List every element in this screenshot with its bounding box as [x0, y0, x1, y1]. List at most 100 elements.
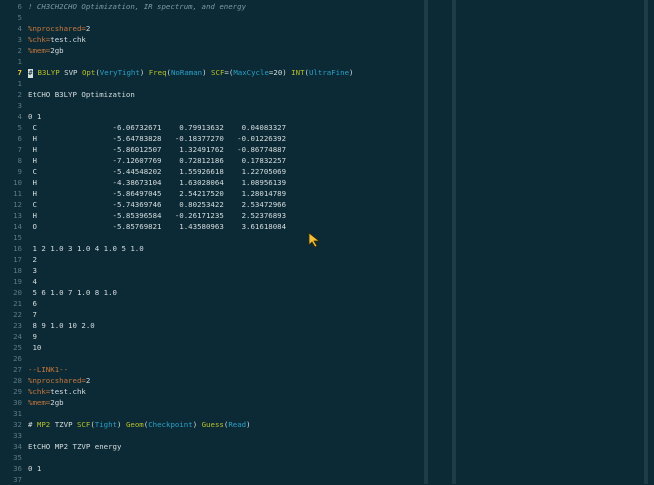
code-line[interactable]: 19 4 — [0, 276, 420, 287]
code-line[interactable]: 36 0 1 — [0, 463, 420, 474]
code-line[interactable]: 37 — [0, 474, 420, 485]
token-dir: %chk= — [28, 35, 51, 44]
code-line[interactable]: 33 — [0, 430, 420, 441]
line-text: %nprocshared=2 — [28, 23, 90, 34]
line-number: 4 — [17, 112, 22, 121]
line-number: 15 — [13, 233, 22, 242]
token-plain: EtCHO MP2 TZVP energy — [28, 442, 122, 451]
code-line[interactable]: 24 9 — [0, 331, 420, 342]
code-line[interactable]: 12 C -5.74369746 0.80253422 2.53472966 — [0, 199, 420, 210]
token-plain: 2 — [28, 255, 37, 264]
line-text: C -6.06732671 0.79913632 0.04083327 — [28, 122, 286, 133]
token-kw: Geom — [125, 420, 144, 429]
code-line[interactable]: 15 — [0, 232, 420, 243]
line-number: 1 — [17, 79, 22, 88]
line-number: 5 — [17, 123, 22, 132]
token-kw: INT — [291, 68, 305, 77]
line-number: 13 — [13, 211, 22, 220]
line-number: 17 — [13, 255, 22, 264]
code-line[interactable]: 27 --LINK1-- — [0, 364, 420, 375]
code-line[interactable]: 6 H -5.64783828 -0.18377270 -0.01226392 — [0, 133, 420, 144]
code-line[interactable]: 6 ! CH3CH2CHO Optimization, IR spectrum, … — [0, 1, 420, 12]
line-number: 3 — [17, 35, 22, 44]
line-number: 19 — [13, 277, 22, 286]
code-line[interactable]: 30 %mem=2gb — [0, 397, 420, 408]
line-number: 21 — [13, 299, 22, 308]
code-line[interactable]: 3 — [0, 100, 420, 111]
line-text: 10 — [28, 342, 41, 353]
code-line[interactable]: 22 7 — [0, 309, 420, 320]
token-plain: # — [28, 420, 37, 429]
code-line[interactable]: 28 %nprocshared=2 — [0, 375, 420, 386]
token-plain: 5 6 1.0 7 1.0 8 1.0 — [28, 288, 117, 297]
code-line[interactable]: 2 %mem=2gb — [0, 45, 420, 56]
token-dir: --LINK1-- — [28, 365, 69, 374]
code-line[interactable]: 13 H -5.85396584 -0.26171235 2.52376893 — [0, 210, 420, 221]
line-text: 8 9 1.0 10 2.0 — [28, 320, 94, 331]
token-plain: C -5.74369746 0.80253422 2.53472966 — [28, 200, 287, 209]
token-arg: Read — [228, 420, 247, 429]
line-text: 9 — [28, 331, 36, 342]
line-text: 3 — [28, 265, 36, 276]
code-line[interactable]: 35 — [0, 452, 420, 463]
code-line[interactable]: 31 — [0, 408, 420, 419]
line-text: H -5.85396584 -0.26171235 2.52376893 — [28, 210, 286, 221]
line-number: 31 — [13, 409, 22, 418]
token-kw: Freq — [148, 68, 167, 77]
code-line[interactable]: 34 EtCHO MP2 TZVP energy — [0, 441, 420, 452]
line-number: 3 — [17, 101, 22, 110]
line-text: H -5.86012507 1.32491762 -0.86774887 — [28, 144, 286, 155]
code-line[interactable]: 1 — [0, 56, 420, 67]
token-plain: H -5.64783828 -0.18377270 -0.01226392 — [28, 134, 287, 143]
line-number: 16 — [13, 244, 22, 253]
line-number: 27 — [13, 365, 22, 374]
code-line[interactable]: 2 EtCHO B3LYP Optimization — [0, 89, 420, 100]
code-line[interactable]: 17 2 — [0, 254, 420, 265]
token-dir: %mem= — [28, 398, 51, 407]
code-line[interactable]: 4 0 1 — [0, 111, 420, 122]
token-plain: C -5.44548202 1.55926618 1.22705069 — [28, 167, 287, 176]
code-line[interactable]: 5 — [0, 12, 420, 23]
line-number: 30 — [13, 398, 22, 407]
line-number: 35 — [13, 453, 22, 462]
code-line[interactable]: 16 1 2 1.0 3 1.0 4 1.0 5 1.0 — [0, 243, 420, 254]
token-plain: ) — [192, 420, 202, 429]
code-line[interactable]: 26 — [0, 353, 420, 364]
line-text: 2 — [28, 254, 37, 265]
line-number: 25 — [13, 343, 22, 352]
line-number: 6 — [17, 134, 22, 143]
code-line[interactable]: 21 6 — [0, 298, 420, 309]
line-text: %chk=test.chk — [28, 34, 86, 45]
code-line[interactable]: 11 H -5.86497045 2.54217520 1.28014789 — [0, 188, 420, 199]
text-editor[interactable]: 6 ! CH3CH2CHO Optimization, IR spectrum, … — [0, 0, 654, 484]
code-line[interactable]: 8 H -7.12607769 0.72812186 0.17832257 — [0, 155, 420, 166]
token-kw: MP2 — [36, 420, 51, 429]
token-arg: UltraFine — [308, 68, 350, 77]
code-line[interactable]: 29 %chk=test.chk — [0, 386, 420, 397]
code-line[interactable]: 1 — [0, 78, 420, 89]
code-line[interactable]: 7 H -5.86012507 1.32491762 -0.86774887 — [0, 144, 420, 155]
code-line[interactable]: 14 O -5.85769821 1.43580963 3.61618084 — [0, 221, 420, 232]
token-plain: 10 — [28, 343, 42, 352]
token-plain: =20) — [268, 68, 292, 77]
code-line[interactable]: 4 %nprocshared=2 — [0, 23, 420, 34]
token-kw: SCF — [211, 68, 225, 77]
code-line[interactable]: 20 5 6 1.0 7 1.0 8 1.0 — [0, 287, 420, 298]
code-line-current[interactable]: 7 # B3LYP SVP Opt(VeryTight) Freq(NoRaman… — [0, 67, 420, 78]
code-line[interactable]: 10 H -4.38673104 1.63028064 1.08956139 — [0, 177, 420, 188]
column-guide — [452, 0, 456, 484]
code-line[interactable]: 18 3 — [0, 265, 420, 276]
column-guide — [644, 0, 648, 484]
code-line[interactable]: 23 8 9 1.0 10 2.0 — [0, 320, 420, 331]
token-plain: 7 — [28, 310, 37, 319]
token-plain: H -7.12607769 0.72812186 0.17832257 — [28, 156, 287, 165]
token-plain: test.chk — [50, 35, 86, 44]
token-plain: H -4.38673104 1.63028064 1.08956139 — [28, 178, 287, 187]
code-line[interactable]: 5 C -6.06732671 0.79913632 0.04083327 — [0, 122, 420, 133]
line-number: 36 — [13, 464, 22, 473]
code-line[interactable]: 9 C -5.44548202 1.55926618 1.22705069 — [0, 166, 420, 177]
code-line[interactable]: 32 # MP2 TZVP SCF(Tight) Geom(Checkpoint)… — [0, 419, 420, 430]
code-line[interactable]: 3 %chk=test.chk — [0, 34, 420, 45]
code-line[interactable]: 25 10 — [0, 342, 420, 353]
line-text: 6 — [28, 298, 36, 309]
